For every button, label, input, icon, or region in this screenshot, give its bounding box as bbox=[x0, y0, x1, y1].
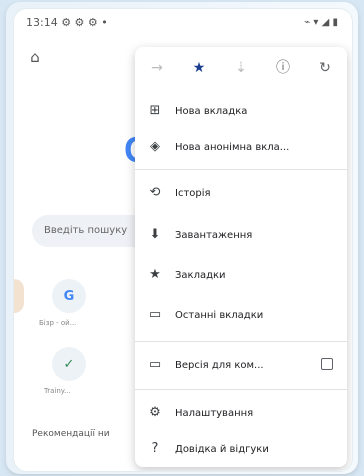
status-bar: 13:14 ⚙ ⚙ ⚙ • ⌁ ▾ ◢ ▮ bbox=[14, 9, 352, 35]
refresh-icon[interactable]: ↻ bbox=[315, 58, 335, 78]
menu-divider bbox=[135, 169, 347, 170]
menu-item-label: Версія для ком... bbox=[175, 359, 264, 371]
menu-top-row: → ★ ⇣ ⓘ ↻ bbox=[135, 47, 347, 89]
settings-icon: ⚙ bbox=[149, 405, 161, 420]
google-icon: G bbox=[63, 288, 75, 304]
menu-item-settings[interactable]: ⚙ Налаштування bbox=[135, 395, 347, 431]
overflow-menu: → ★ ⇣ ⓘ ↻ ⊞ Нова вкладка ◈ Нова анонімна… bbox=[135, 47, 347, 467]
recent-tabs-icon: ▭ bbox=[148, 307, 162, 322]
menu-item-label: Історія bbox=[175, 187, 211, 199]
menu-item-label: Нова анонімна вкла... bbox=[175, 141, 290, 153]
shortcut-label-1: Бізр - ой... bbox=[39, 319, 77, 327]
partial-tile[interactable] bbox=[14, 279, 24, 313]
download-icon[interactable]: ⇣ bbox=[231, 58, 251, 78]
desktop-site-icon: ▭ bbox=[148, 357, 162, 372]
incognito-icon: ◈ bbox=[150, 139, 160, 154]
info-icon[interactable]: ⓘ bbox=[273, 58, 293, 78]
menu-item-downloads[interactable]: ⬇ Завантаження bbox=[135, 217, 347, 253]
menu-item-label: Завантаження bbox=[175, 229, 253, 241]
help-icon: ? bbox=[151, 441, 159, 456]
menu-item-label: Закладки bbox=[175, 269, 226, 281]
menu-item-label: Довідка й відгуки bbox=[175, 443, 269, 455]
menu-item-recent-tabs[interactable]: ▭ Останні вкладки bbox=[135, 297, 347, 333]
shortcut-label-2: Trainy... bbox=[44, 387, 71, 395]
menu-item-bookmarks[interactable]: ★ Закладки bbox=[135, 257, 347, 293]
shortcut-tile-2[interactable]: ✓ bbox=[52, 347, 86, 381]
status-time: 13:14 ⚙ ⚙ ⚙ • bbox=[26, 15, 108, 29]
menu-item-desktop-site[interactable]: ▭ Версія для ком... bbox=[135, 347, 347, 383]
shortcut-tile-1[interactable]: G bbox=[52, 279, 86, 313]
menu-item-label: Налаштування bbox=[175, 407, 254, 419]
menu-divider bbox=[135, 389, 347, 390]
signal-icons: ⌁ ▾ ◢ ▮ bbox=[304, 16, 338, 28]
menu-item-history[interactable]: ⟲ Історія bbox=[135, 175, 347, 211]
menu-item-label: Нова вкладка bbox=[175, 105, 248, 117]
menu-item-help[interactable]: ? Довідка й відгуки bbox=[135, 431, 347, 467]
recommendations-label: Рекомендації ни bbox=[32, 429, 110, 439]
check-icon: ✓ bbox=[63, 356, 75, 372]
menu-item-label: Останні вкладки bbox=[175, 309, 264, 321]
phone-screen: 13:14 ⚙ ⚙ ⚙ • ⌁ ▾ ◢ ▮ ⌂ G Введіть пошуку… bbox=[13, 8, 353, 472]
home-icon[interactable]: ⌂ bbox=[26, 48, 44, 66]
menu-item-new-tab[interactable]: ⊞ Нова вкладка bbox=[135, 93, 347, 129]
desktop-site-checkbox[interactable] bbox=[321, 358, 333, 370]
menu-item-new-incognito-tab[interactable]: ◈ Нова анонімна вкла... bbox=[135, 129, 347, 165]
downloads-icon: ⬇ bbox=[149, 227, 161, 242]
forward-icon[interactable]: → bbox=[147, 58, 167, 78]
history-icon: ⟲ bbox=[149, 185, 161, 200]
status-icons: ⌁ ▾ ◢ ▮ bbox=[304, 17, 338, 28]
menu-divider bbox=[135, 341, 347, 342]
star-icon[interactable]: ★ bbox=[189, 58, 209, 78]
new-tab-icon: ⊞ bbox=[149, 103, 161, 118]
bookmarks-icon: ★ bbox=[149, 267, 161, 282]
